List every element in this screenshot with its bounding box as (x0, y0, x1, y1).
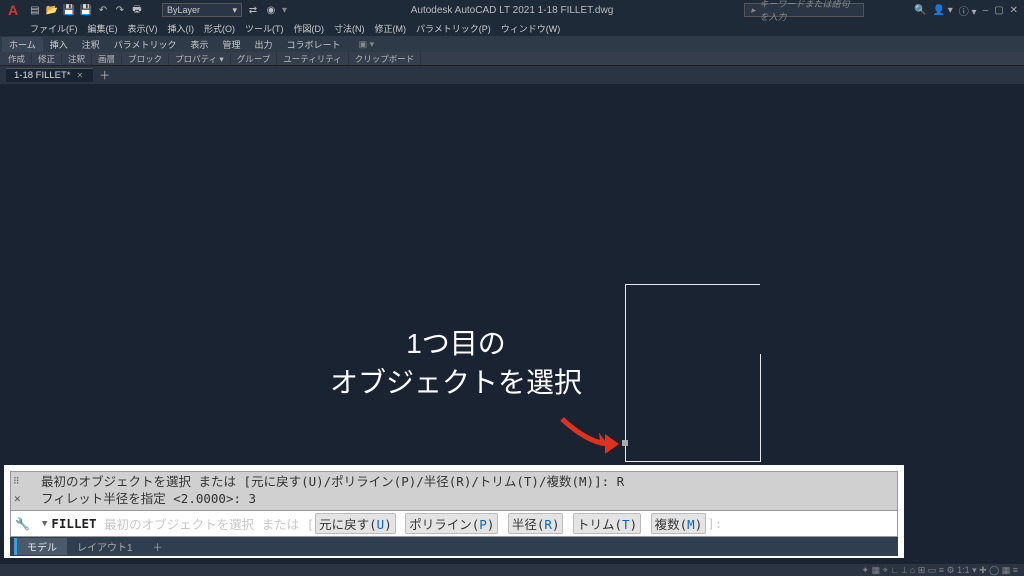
search-input[interactable]: ▸キーワードまたは語句を入力 (744, 3, 864, 17)
open-icon[interactable]: 📂 (45, 3, 59, 17)
panel-clipboard[interactable]: クリップボード (349, 53, 422, 65)
redo-icon[interactable]: ↷ (113, 3, 127, 17)
annotation-arrow-icon (557, 414, 627, 454)
command-input[interactable]: 🔧 ▼ FILLET 最初のオブジェクトを選択 または [ 元に戻す(U) ポリ… (10, 511, 898, 537)
cmd-option-u[interactable]: 元に戻す(U) (315, 513, 396, 534)
menu-insert[interactable]: 挿入(I) (164, 22, 199, 35)
color-wheel-icon[interactable]: ◉ (264, 3, 278, 17)
menu-draw[interactable]: 作図(D) (290, 22, 329, 35)
annotation-line2: オブジェクトを選択 (330, 363, 582, 402)
search-placeholder: キーワードまたは語句を入力 (760, 0, 857, 23)
tab-output[interactable]: 出力 (248, 37, 280, 52)
annotation-line1: 1つ目の (330, 324, 582, 363)
tab-parametric[interactable]: パラメトリック (107, 37, 184, 52)
layer-label: ByLayer (167, 5, 200, 15)
annotation-text: 1つ目の オブジェクトを選択 (330, 324, 582, 402)
menu-tools[interactable]: ツール(T) (241, 22, 288, 35)
command-name: FILLET (51, 516, 96, 531)
ribbon-expand-icon[interactable]: ▣ ▾ (352, 38, 382, 51)
cmd-option-p[interactable]: ポリライン(P) (405, 513, 498, 534)
tab-home[interactable]: ホーム (2, 37, 43, 52)
wrench-icon[interactable]: 🔧 (15, 517, 30, 531)
document-tabs: 1-18 FILLET* ✕ ＋ (0, 66, 1024, 84)
panel-block[interactable]: ブロック (122, 53, 169, 65)
drawing-object-line[interactable] (760, 354, 761, 462)
ribbon-tabs: ホーム 挿入 注釈 パラメトリック 表示 管理 出力 コラボレート ▣ ▾ (0, 36, 1024, 52)
command-options: 元に戻す(U) ポリライン(P) 半径(R) トリム(T) 複数(M) (314, 513, 707, 534)
app-logo[interactable]: A (4, 1, 22, 19)
tab-view[interactable]: 表示 (184, 37, 216, 52)
doc-tab-label: 1-18 FILLET* (14, 70, 71, 81)
layout-tabs: モデル レイアウト1 ＋ (10, 537, 898, 556)
status-icons[interactable]: ✦ ▦ ⌖ ∟ ⟂ ⌂ ⊞ ▭ ≡ ⚙ 1:1 ▾ ✚ ◯ ▦ ≡ (862, 565, 1018, 576)
save-icon[interactable]: 💾 (62, 3, 76, 17)
history-line-1: 最初のオブジェクトを選択 または [元に戻す(U)/ポリライン(P)/半径(R)… (13, 474, 895, 491)
panel-annotate[interactable]: 注釈 (62, 53, 92, 65)
doc-tab-close-icon[interactable]: ✕ (77, 71, 84, 80)
menu-window[interactable]: ウィンドウ(W) (497, 22, 565, 35)
menu-format[interactable]: 形式(O) (200, 22, 239, 35)
tab-insert[interactable]: 挿入 (43, 37, 75, 52)
undo-icon[interactable]: ↶ (96, 3, 110, 17)
layout-add-button[interactable]: ＋ (143, 538, 173, 555)
command-window: ⠿ ✕ 最初のオブジェクトを選択 または [元に戻す(U)/ポリライン(P)/半… (4, 465, 904, 558)
search-icon[interactable]: 🔍 (914, 5, 926, 16)
new-icon[interactable]: ▤ (28, 3, 42, 17)
cmd-option-t[interactable]: トリム(T) (573, 513, 641, 534)
document-tab-active[interactable]: 1-18 FILLET* ✕ (6, 68, 93, 82)
print-icon[interactable]: 🖶 (130, 3, 144, 17)
command-prompt-end: ]: (707, 516, 722, 531)
share-icon[interactable]: ⇄ (246, 3, 260, 17)
tab-annotate[interactable]: 注釈 (75, 37, 107, 52)
tab-manage[interactable]: 管理 (216, 37, 248, 52)
maximize-icon[interactable]: ▢ (994, 5, 1003, 16)
drawing-object-rect[interactable] (625, 284, 760, 462)
layout-tab-model[interactable]: モデル (14, 538, 67, 555)
menu-bar: ファイル(F) 編集(E) 表示(V) 挿入(I) 形式(O) ツール(T) 作… (0, 20, 1024, 36)
panel-properties[interactable]: プロパティ ▾ (169, 53, 231, 65)
cmd-close-icon[interactable]: ✕ (14, 492, 21, 507)
signin-icon[interactable]: 👤 ▾ (933, 5, 953, 16)
window-title: Autodesk AutoCAD LT 2021 1-18 FILLET.dwg (411, 5, 614, 16)
menu-parametric[interactable]: パラメトリック(P) (412, 22, 495, 35)
help-icon[interactable]: ⓘ ▾ (959, 3, 977, 18)
new-tab-button[interactable]: ＋ (99, 67, 110, 83)
status-bar: ✦ ▦ ⌖ ∟ ⟂ ⌂ ⊞ ▭ ≡ ⚙ 1:1 ▾ ✚ ◯ ▦ ≡ (0, 564, 1024, 576)
minimize-icon[interactable]: – (983, 5, 989, 16)
menu-edit[interactable]: 編集(E) (84, 22, 122, 35)
panel-layers[interactable]: 画層 (92, 53, 122, 65)
panel-modify[interactable]: 修正 (32, 53, 62, 65)
history-line-2: フィレット半径を指定 <2.0000>: 3 (13, 491, 895, 508)
menu-view[interactable]: 表示(V) (124, 22, 162, 35)
menu-modify[interactable]: 修正(M) (371, 22, 411, 35)
chevron-down-icon[interactable]: ▼ (42, 519, 47, 529)
layout-tab-1[interactable]: レイアウト1 (67, 538, 143, 555)
command-prompt: 最初のオブジェクトを選択 または [ (104, 514, 314, 533)
layer-dropdown[interactable]: ByLayer▾ (162, 3, 242, 17)
menu-dimension[interactable]: 寸法(N) (330, 22, 369, 35)
panel-utilities[interactable]: ユーティリティ (277, 53, 348, 65)
ribbon-panels: 作成 修正 注釈 画層 ブロック プロパティ ▾ グループ ユーティリティ クリ… (0, 52, 1024, 66)
panel-create[interactable]: 作成 (2, 53, 32, 65)
close-icon[interactable]: ✕ (1010, 5, 1018, 16)
panel-group[interactable]: グループ (231, 53, 278, 65)
saveas-icon[interactable]: 💾 (79, 3, 93, 17)
cmd-option-m[interactable]: 複数(M) (651, 513, 707, 534)
cmd-grip-icon[interactable]: ⠿ (13, 476, 20, 488)
menu-file[interactable]: ファイル(F) (26, 22, 82, 35)
cmd-option-r[interactable]: 半径(R) (508, 513, 564, 534)
tab-collaborate[interactable]: コラボレート (280, 37, 348, 52)
command-history[interactable]: ⠿ ✕ 最初のオブジェクトを選択 または [元に戻す(U)/ポリライン(P)/半… (10, 471, 898, 511)
